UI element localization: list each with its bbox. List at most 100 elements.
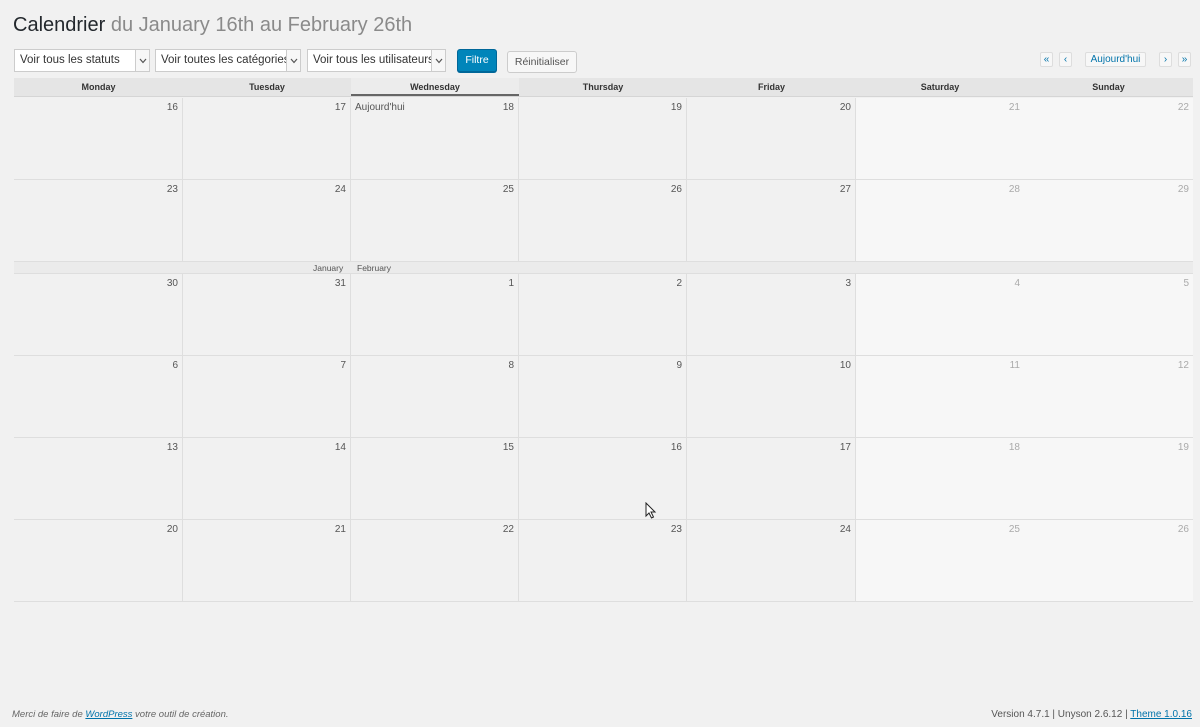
week-row: 30 31 1 2 3 4 5	[14, 274, 1193, 356]
day-number: 19	[670, 102, 682, 113]
day-cell[interactable]: 3	[687, 274, 856, 356]
day-cell-weekend[interactable]: 21	[856, 98, 1024, 180]
user-select-value: Voir tous les utilisateurs	[313, 54, 434, 66]
day-number: 10	[839, 360, 851, 371]
day-cell-weekend[interactable]: 11	[856, 356, 1024, 438]
today-button[interactable]: Aujourd'hui	[1085, 52, 1146, 67]
status-select-value: Voir tous les statuts	[20, 54, 120, 66]
page-title-main: Calendrier	[13, 14, 106, 36]
day-cell[interactable]: 21	[183, 520, 351, 602]
day-cell[interactable]: 26	[519, 180, 687, 262]
day-cell[interactable]: 30	[14, 274, 183, 356]
day-number: 17	[839, 442, 851, 453]
day-cell-weekend[interactable]: 19	[1024, 438, 1193, 520]
mouse-pointer-icon	[645, 501, 657, 524]
wordpress-link[interactable]: WordPress	[85, 709, 132, 720]
day-number: 8	[508, 360, 514, 371]
day-cell-weekend[interactable]: 29	[1024, 180, 1193, 262]
day-number: 9	[676, 360, 682, 371]
day-header-tuesday: Tuesday	[249, 82, 285, 92]
day-cell[interactable]: 16	[519, 438, 687, 520]
day-cell-weekend[interactable]: 26	[1024, 520, 1193, 602]
day-cell[interactable]: 17	[687, 438, 856, 520]
day-number: 28	[1008, 184, 1020, 195]
day-cell[interactable]: 25	[351, 180, 519, 262]
day-cell[interactable]: 16	[14, 98, 183, 180]
today-cell[interactable]: Aujourd'hui 18	[351, 98, 519, 180]
day-cell[interactable]: 22	[351, 520, 519, 602]
day-cell[interactable]: 23	[14, 180, 183, 262]
status-select[interactable]: Voir tous les statuts	[14, 49, 150, 72]
theme-link[interactable]: Theme 1.0.16	[1130, 709, 1192, 720]
filter-button[interactable]: Filtre	[457, 49, 497, 72]
day-number: 22	[1177, 102, 1189, 113]
day-header-wednesday: Wednesday	[351, 78, 519, 96]
day-number: 25	[502, 184, 514, 195]
first-page-button[interactable]: «	[1040, 52, 1053, 67]
day-number: 12	[1177, 360, 1189, 371]
day-number: 18	[502, 102, 514, 113]
day-number: 3	[845, 278, 851, 289]
day-cell[interactable]: 24	[183, 180, 351, 262]
day-number: 26	[1177, 524, 1189, 535]
day-cell[interactable]: 9	[519, 356, 687, 438]
day-cell[interactable]: 2	[519, 274, 687, 356]
week-row: 23 24 25 26 27 28 29	[14, 180, 1193, 262]
day-cell[interactable]: 19	[519, 98, 687, 180]
day-cell-weekend[interactable]: 12	[1024, 356, 1193, 438]
day-cell-weekend[interactable]: 25	[856, 520, 1024, 602]
day-number: 18	[1008, 442, 1020, 453]
day-cell-weekend[interactable]: 5	[1024, 274, 1193, 356]
day-cell[interactable]: 14	[183, 438, 351, 520]
day-number: 16	[166, 102, 178, 113]
day-number: 1	[508, 278, 514, 289]
day-cell[interactable]: 6	[14, 356, 183, 438]
day-number: 23	[166, 184, 178, 195]
day-cell-weekend[interactable]: 18	[856, 438, 1024, 520]
day-number: 24	[839, 524, 851, 535]
day-header-saturday: Saturday	[920, 82, 960, 92]
day-number: 20	[166, 524, 178, 535]
day-cell[interactable]: 10	[687, 356, 856, 438]
day-cell-weekend[interactable]: 4	[856, 274, 1024, 356]
day-cell[interactable]: 31	[183, 274, 351, 356]
footer-version: Version 4.7.1 | Unyson 2.6.12 | Theme 1.…	[991, 709, 1192, 720]
day-cell[interactable]: 1	[351, 274, 519, 356]
footer-credits: Merci de faire de WordPress votre outil …	[12, 709, 229, 720]
day-number: 24	[334, 184, 346, 195]
day-number: 25	[1008, 524, 1020, 535]
day-number: 14	[334, 442, 346, 453]
day-cell[interactable]: 20	[14, 520, 183, 602]
day-number: 2	[676, 278, 682, 289]
day-cell[interactable]: 27	[687, 180, 856, 262]
chevron-down-icon	[286, 50, 300, 71]
day-cell[interactable]: 7	[183, 356, 351, 438]
today-label: Aujourd'hui	[355, 102, 405, 113]
week-row: 16 17 Aujourd'hui 18 19 20 21 22	[14, 98, 1193, 180]
next-page-button[interactable]: ›	[1159, 52, 1172, 67]
day-number: 21	[1008, 102, 1020, 113]
day-cell[interactable]: 24	[687, 520, 856, 602]
week-row: 20 21 22 23 24 25 26	[14, 520, 1193, 602]
day-cell[interactable]: 15	[351, 438, 519, 520]
prev-page-button[interactable]: ‹	[1059, 52, 1072, 67]
day-cell[interactable]: 20	[687, 98, 856, 180]
day-cell[interactable]: 23	[519, 520, 687, 602]
day-cell[interactable]: 13	[14, 438, 183, 520]
day-cell[interactable]: 8	[351, 356, 519, 438]
chevron-down-icon	[431, 50, 445, 71]
reset-button[interactable]: Réinitialiser	[507, 51, 577, 73]
month-label-january: January	[313, 263, 344, 273]
category-select-value: Voir toutes les catégories	[161, 54, 290, 66]
user-select[interactable]: Voir tous les utilisateurs	[307, 49, 446, 72]
day-cell-weekend[interactable]: 22	[1024, 98, 1193, 180]
last-page-button[interactable]: »	[1178, 52, 1191, 67]
day-number: 15	[502, 442, 514, 453]
category-select[interactable]: Voir toutes les catégories	[155, 49, 301, 72]
day-number: 19	[1177, 442, 1189, 453]
day-cell-weekend[interactable]: 28	[856, 180, 1024, 262]
day-header-thursday: Thursday	[582, 82, 624, 92]
day-cell[interactable]: 17	[183, 98, 351, 180]
page-title: Calendrier du January 16th au February 2…	[13, 12, 412, 38]
calendar-grid: Monday Tuesday Wednesday Thursday Friday…	[14, 78, 1193, 603]
